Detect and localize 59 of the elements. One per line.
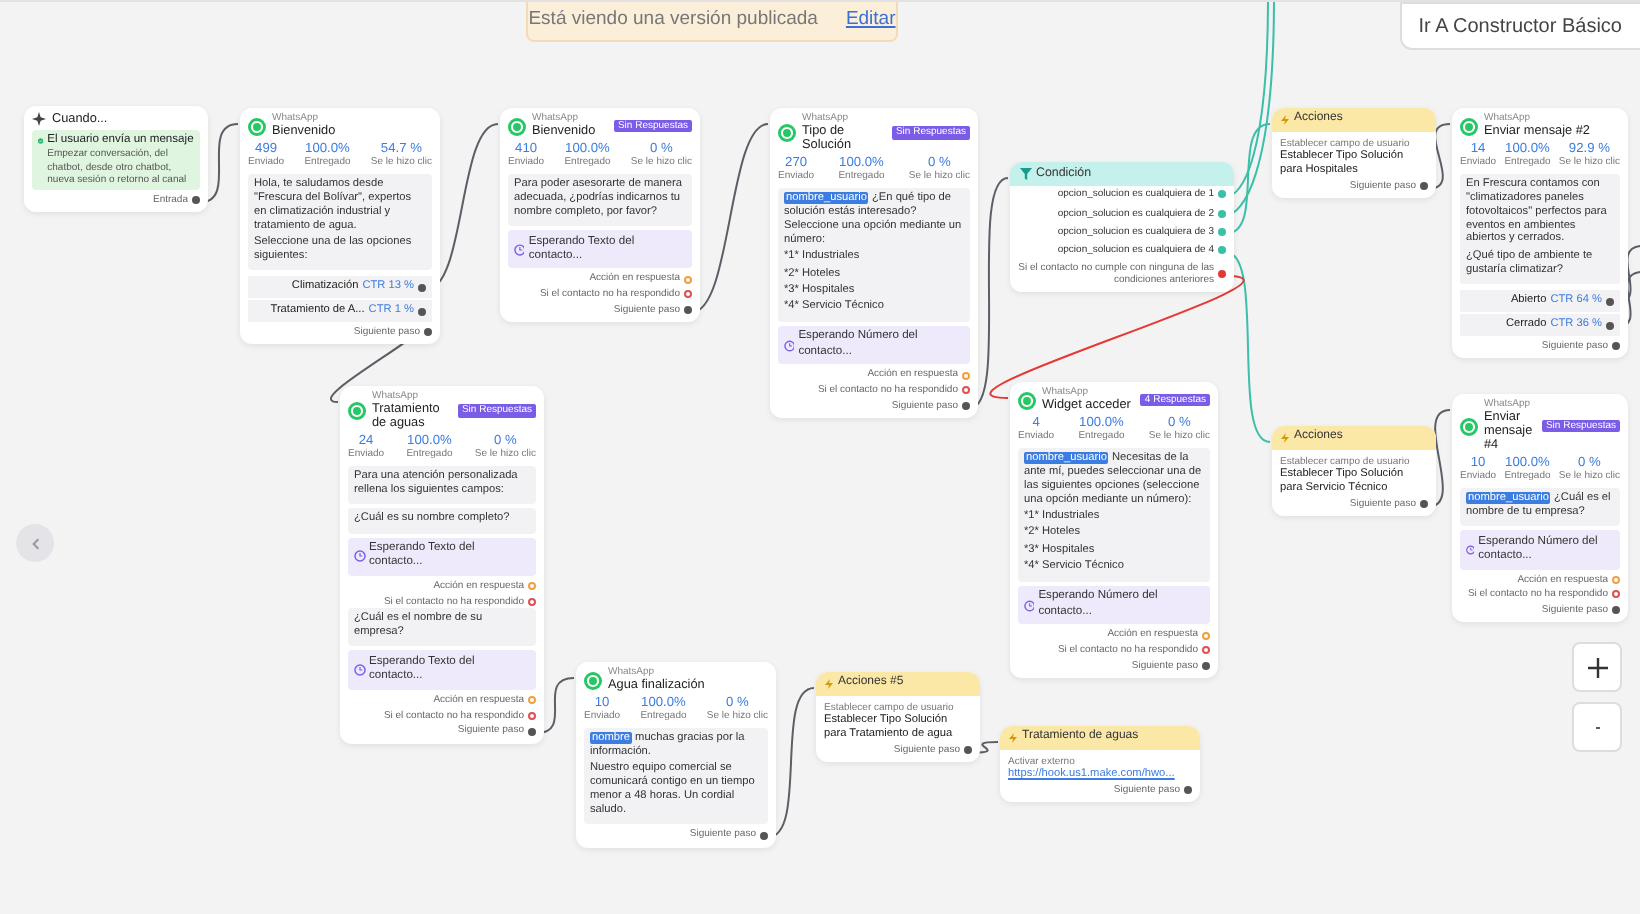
connector-handle[interactable] [760,831,768,840]
clock-icon [513,243,525,256]
connector-handle[interactable] [528,727,536,736]
clock-icon [353,550,365,563]
connector-handle[interactable] [1420,500,1428,509]
connector-handle[interactable] [418,307,426,316]
banner-text: Está viendo una versión publicada [528,6,818,35]
connector-handle[interactable] [962,386,970,395]
bolt-icon [1280,431,1290,444]
connector-handle[interactable] [192,196,200,205]
chat-icon [1460,117,1478,136]
connector-handle[interactable] [1202,662,1210,671]
filter-icon [1020,167,1032,180]
connector-handle[interactable] [528,582,536,591]
connector-handle[interactable] [1612,606,1620,615]
connector-handle[interactable] [1184,786,1192,795]
chat-icon [1018,391,1036,410]
connector-handle[interactable] [1218,270,1226,278]
connector-handle[interactable] [1218,246,1226,255]
bolt-icon [1280,113,1290,126]
connector-handle[interactable] [528,597,536,606]
connector-handle[interactable] [1202,646,1210,655]
chat-icon [1460,417,1478,436]
chat-icon [248,117,266,136]
connector-handle[interactable] [962,371,970,380]
clock-icon [1465,543,1475,556]
connector-handle[interactable] [1612,342,1620,351]
connector-handle[interactable] [684,306,692,315]
connector-handle[interactable] [1218,190,1226,199]
connector-handle[interactable] [684,290,692,299]
chevron-left-icon [29,537,41,549]
edit-link[interactable]: Editar [845,6,896,36]
connector-handle[interactable] [684,275,692,284]
connector-handle[interactable] [528,696,536,705]
connector-handle[interactable] [964,746,972,755]
bolt-icon [1008,731,1018,744]
connector-handle[interactable] [424,328,432,337]
connector-handle[interactable] [1420,182,1428,191]
chat-icon [348,402,366,421]
connector-handle[interactable] [418,283,426,292]
connector-handle[interactable] [1612,590,1620,599]
connector-handle[interactable] [1612,575,1620,584]
bolt-icon [824,677,834,690]
chat-icon [508,117,526,136]
clock-icon [1023,599,1035,612]
connector-handle[interactable] [1606,321,1614,330]
check-icon [38,134,44,149]
sparkle-icon [32,112,46,127]
connector-handle[interactable] [1606,297,1614,306]
connector-handle[interactable] [1202,631,1210,640]
connector-handle[interactable] [962,402,970,411]
plus-icon [1587,657,1607,677]
clock-icon [353,664,365,677]
chat-icon [778,124,796,143]
builder-button[interactable]: Ir A Constructor Básico [1400,2,1640,50]
connector-handle[interactable] [528,711,536,720]
zoom-in-button[interactable] [1572,642,1622,692]
chat-icon [584,671,602,690]
clock-icon [783,339,795,352]
